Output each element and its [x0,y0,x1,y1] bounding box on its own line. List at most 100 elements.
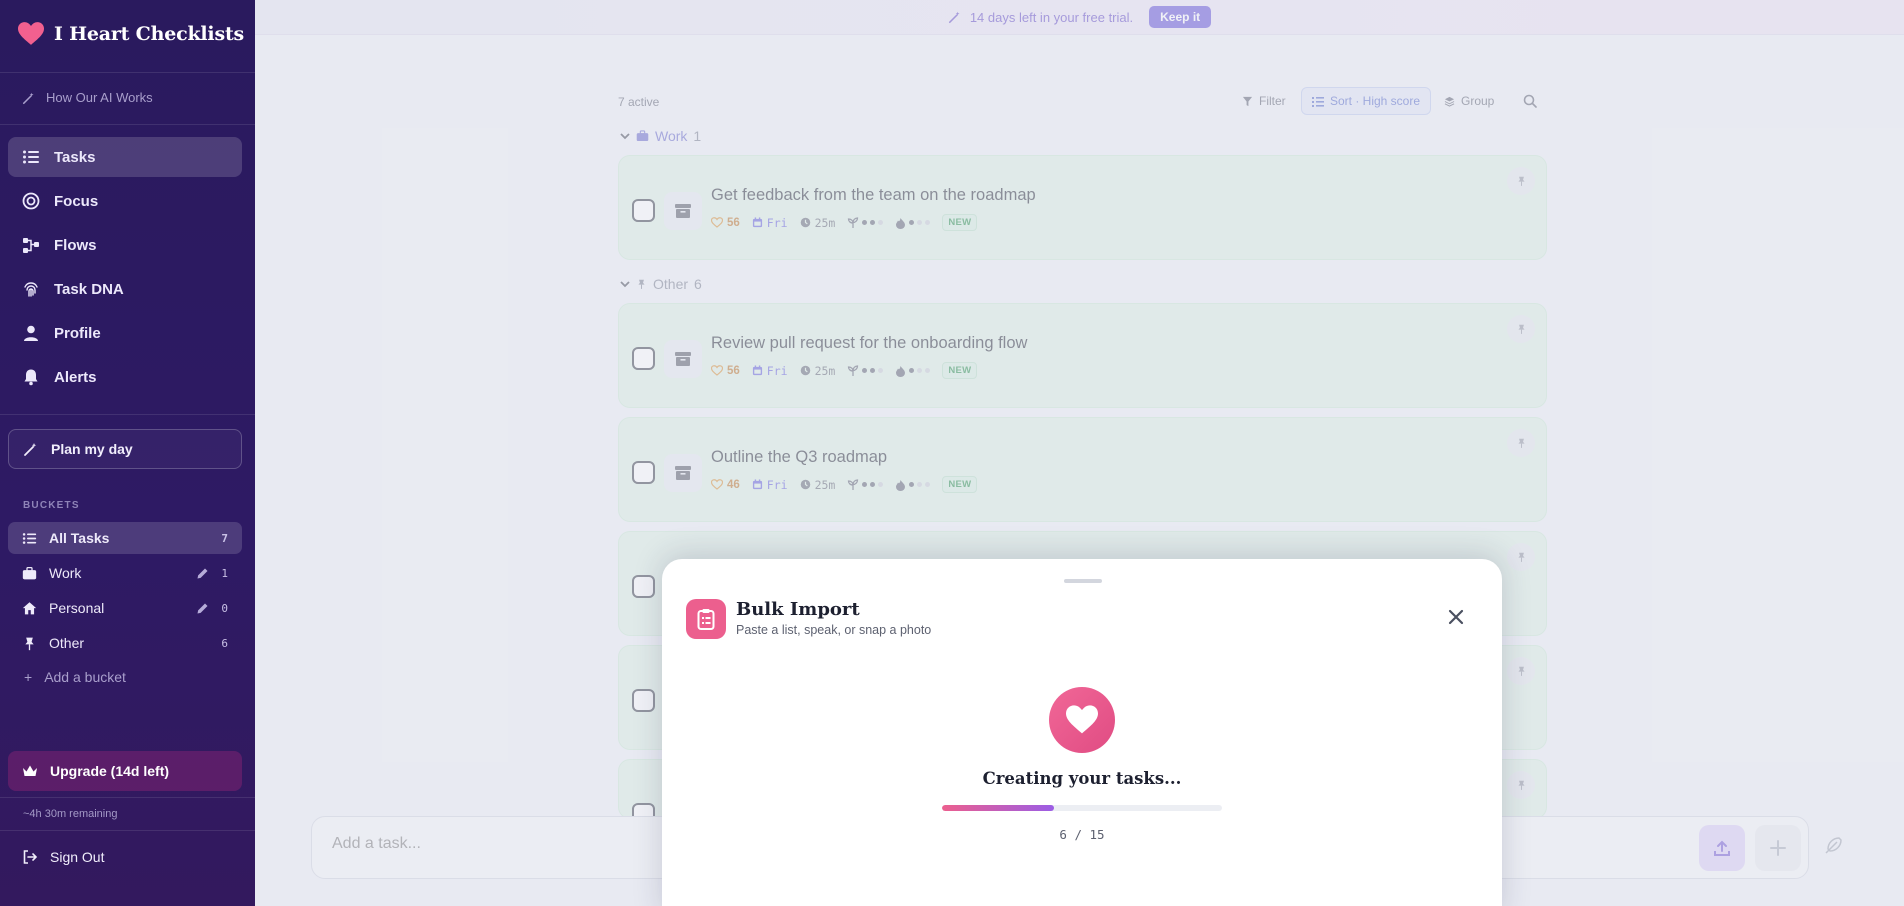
bucket-all-tasks[interactable]: All Tasks 7 [8,522,242,554]
task-title[interactable]: Get feedback from the team on the roadma… [711,186,1036,205]
task-score-value: 56 [727,216,740,229]
new-badge: NEW [942,476,978,493]
task-checkbox[interactable] [632,461,655,484]
heart-spinner-icon [1049,687,1115,753]
group-count: 1 [693,128,702,144]
app-name: I Heart Checklists [54,23,245,45]
search-icon [1523,94,1537,108]
quill-button[interactable] [1823,836,1843,861]
sidebar-divider [0,72,255,73]
sort-label: Sort · High score [1330,94,1421,108]
task-card[interactable]: Outline the Q3 roadmap 46 Fri 25m NEW [618,417,1547,522]
brand[interactable]: I Heart Checklists [18,22,244,46]
task-due: Fri [752,216,788,230]
bucket-label: Other [49,635,85,651]
group-header-other[interactable]: Other 6 [620,276,702,292]
nav-item-profile[interactable]: Profile [8,313,242,353]
pin-button[interactable] [1507,315,1535,343]
pin-icon [1517,666,1525,676]
task-checkbox[interactable] [632,575,655,598]
keep-it-button[interactable]: Keep it [1149,6,1212,28]
group-button[interactable]: Group [1434,87,1504,115]
task-duration: 25m [800,364,835,378]
pin-button[interactable] [1507,429,1535,457]
progress-count: 6 / 15 [1059,827,1105,842]
list-icon [1312,96,1324,107]
task-checkbox[interactable] [632,347,655,370]
pencil-icon[interactable] [195,566,210,581]
sort-button[interactable]: Sort · High score [1301,87,1432,115]
clipboard-icon [686,599,726,639]
effort-indicator [847,364,884,377]
sign-out-button[interactable]: Sign Out [22,849,104,865]
pin-icon [1517,438,1525,448]
archive-icon[interactable] [664,340,702,378]
nav-item-task-dna[interactable]: Task DNA [8,269,242,309]
upload-button[interactable] [1699,825,1745,871]
nav-label: Tasks [54,148,96,166]
plan-my-day-button[interactable]: Plan my day [8,429,242,469]
upgrade-button[interactable]: Upgrade (14d left) [8,751,242,791]
energy-indicator [895,217,931,229]
effort-indicator [847,478,884,491]
task-card[interactable]: Review pull request for the onboarding f… [618,303,1547,408]
sidebar-divider [0,414,255,415]
pin-button[interactable] [1507,771,1535,799]
import-progress-bar [942,805,1222,811]
user-icon [24,325,38,341]
close-button[interactable] [1444,605,1468,629]
filter-label: Filter [1259,94,1286,108]
new-badge: NEW [942,362,978,379]
pin-icon [638,279,645,289]
creating-status: Creating your tasks... [982,769,1182,788]
how-ai-works-link[interactable]: How Our AI Works [22,90,153,105]
group-header-work[interactable]: Work 1 [620,128,701,144]
task-checkbox[interactable] [632,199,655,222]
sidebar-divider [0,830,255,831]
task-score: 56 [711,217,740,229]
task-duration: 25m [800,478,835,492]
task-title[interactable]: Outline the Q3 roadmap [711,448,887,467]
pin-button[interactable] [1507,543,1535,571]
clock-icon [800,479,810,490]
sign-out-icon [23,850,38,864]
how-ai-works-label: How Our AI Works [46,90,153,105]
bucket-other[interactable]: Other 6 [8,627,242,659]
calendar-icon [752,479,762,490]
search-button[interactable] [1516,87,1544,115]
sidebar: I Heart Checklists How Our AI Works Task… [0,0,255,906]
add-bucket-link[interactable]: + Add a bucket [24,669,126,685]
task-title[interactable]: Review pull request for the onboarding f… [711,334,1027,353]
group-count: 6 [694,276,702,292]
nav-item-tasks[interactable]: Tasks [8,137,242,177]
close-icon [1448,609,1464,625]
pencil-icon[interactable] [195,601,210,616]
bucket-count: 7 [221,531,228,545]
filter-button[interactable]: Filter [1232,87,1296,115]
pin-button[interactable] [1507,657,1535,685]
nav-item-flows[interactable]: Flows [8,225,242,265]
list-icon [22,532,37,544]
bucket-count: 0 [221,601,228,615]
drag-handle[interactable] [1064,579,1102,583]
bucket-work[interactable]: Work 1 [8,557,242,589]
trial-text: 14 days left in your free trial. [969,9,1134,25]
bucket-label: All Tasks [49,530,110,546]
active-count: 7 active [618,95,660,109]
archive-icon[interactable] [664,192,702,230]
bucket-count: 1 [221,566,228,580]
add-task-button[interactable] [1755,825,1801,871]
archive-icon[interactable] [664,454,702,492]
bulk-import-modal: Bulk Import Paste a list, speak, or snap… [662,559,1502,906]
task-checkbox[interactable] [632,689,655,712]
bucket-personal[interactable]: Personal 0 [8,592,242,624]
sprout-icon [848,478,859,490]
bucket-label: Work [49,565,82,581]
task-due-value: Fri [766,215,788,230]
group-name: Work [655,128,688,144]
task-card[interactable]: Get feedback from the team on the roadma… [618,155,1547,260]
pin-button[interactable] [1507,167,1535,195]
nav-item-focus[interactable]: Focus [8,181,242,221]
effort-indicator [847,216,884,229]
nav-item-alerts[interactable]: Alerts [8,357,242,397]
